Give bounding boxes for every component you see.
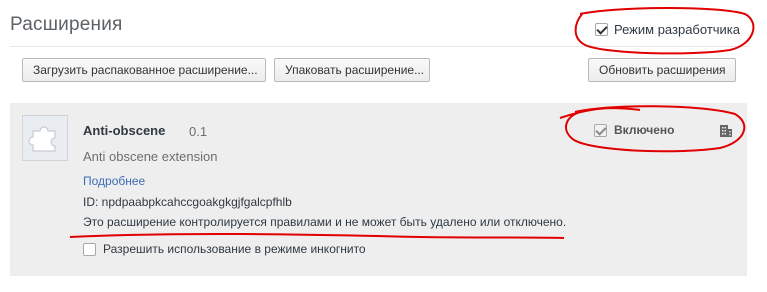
enabled-toggle[interactable]: Включено bbox=[594, 123, 674, 137]
incognito-label: Разрешить использование в режиме инкогни… bbox=[103, 242, 366, 256]
extension-card: Anti-obscene 0.1 Anti obscene extension … bbox=[10, 103, 747, 276]
extension-id: ID: npdpaabpkcahccgoakgkgjfgalcpfhlb bbox=[83, 195, 292, 209]
update-extensions-button[interactable]: Обновить расширения bbox=[588, 58, 736, 82]
extension-version: 0.1 bbox=[189, 124, 208, 139]
enabled-label: Включено bbox=[614, 123, 675, 137]
developer-mode-checkbox[interactable] bbox=[595, 23, 608, 36]
incognito-toggle[interactable]: Разрешить использование в режиме инкогни… bbox=[83, 242, 366, 256]
header-divider bbox=[10, 46, 749, 47]
page-title: Расширения bbox=[10, 14, 123, 35]
extension-description: Anti obscene extension bbox=[83, 149, 218, 164]
enabled-checkbox[interactable] bbox=[594, 123, 607, 137]
incognito-checkbox[interactable] bbox=[83, 242, 96, 256]
developer-mode-toggle[interactable]: Режим разработчика bbox=[595, 22, 740, 37]
details-link[interactable]: Подробнее bbox=[83, 174, 145, 188]
policy-message: Это расширение контролируется правилами … bbox=[83, 215, 567, 229]
extension-name: Anti-obscene bbox=[83, 123, 166, 138]
puzzle-piece-icon bbox=[22, 115, 68, 161]
building-icon bbox=[718, 122, 734, 143]
developer-mode-label: Режим разработчика bbox=[614, 22, 741, 37]
pack-extension-button[interactable]: Упаковать расширение... bbox=[274, 58, 430, 82]
load-unpacked-button[interactable]: Загрузить распакованное расширение... bbox=[22, 58, 266, 82]
